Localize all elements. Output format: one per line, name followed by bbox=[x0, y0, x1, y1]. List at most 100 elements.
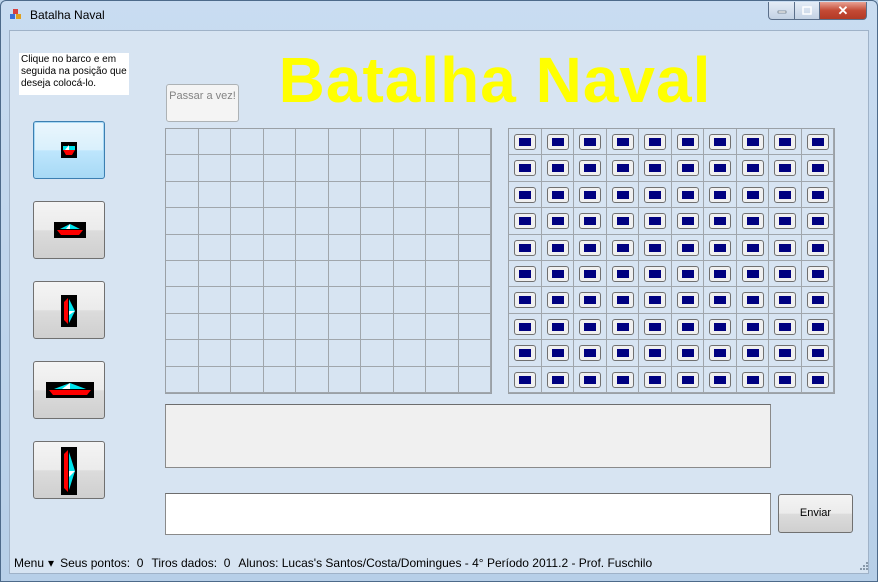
enemy-cell-button[interactable] bbox=[774, 213, 796, 230]
own-board-cell[interactable] bbox=[426, 313, 459, 341]
enemy-cell-button[interactable] bbox=[514, 213, 536, 230]
own-board-cell[interactable] bbox=[231, 234, 264, 261]
enemy-cell-button[interactable] bbox=[514, 371, 536, 388]
own-board-cell[interactable] bbox=[263, 260, 296, 288]
enemy-cell-button[interactable] bbox=[514, 239, 536, 256]
ship-size-2-vertical-button[interactable] bbox=[33, 281, 105, 339]
own-board-cell[interactable] bbox=[361, 129, 394, 156]
own-board-cell[interactable] bbox=[296, 260, 329, 288]
own-board-cell[interactable] bbox=[393, 287, 426, 314]
own-board-cell[interactable] bbox=[166, 129, 199, 156]
enemy-cell-button[interactable] bbox=[741, 292, 764, 309]
own-board-cell[interactable] bbox=[263, 208, 296, 235]
own-board-cell[interactable] bbox=[426, 181, 459, 209]
enemy-cell-button[interactable] bbox=[546, 265, 569, 282]
enemy-cell-button[interactable] bbox=[709, 239, 731, 256]
enemy-cell-button[interactable] bbox=[676, 239, 699, 256]
ship-size-1-button[interactable] bbox=[33, 121, 105, 179]
enemy-cell-button[interactable] bbox=[644, 186, 666, 203]
own-board-cell[interactable] bbox=[296, 155, 329, 182]
own-board-cell[interactable] bbox=[231, 129, 264, 156]
own-board-cell[interactable] bbox=[166, 208, 199, 235]
enemy-cell-button[interactable] bbox=[579, 345, 601, 362]
own-board-cell[interactable] bbox=[393, 129, 426, 156]
own-board-cell[interactable] bbox=[426, 366, 459, 393]
own-board-cell[interactable] bbox=[296, 208, 329, 235]
enemy-cell-button[interactable] bbox=[774, 265, 796, 282]
own-board-cell[interactable] bbox=[426, 287, 459, 314]
own-board-cell[interactable] bbox=[198, 366, 231, 393]
enemy-cell-button[interactable] bbox=[611, 318, 634, 335]
own-board-cell[interactable] bbox=[426, 260, 459, 288]
close-button[interactable]: ✕ bbox=[819, 2, 867, 20]
pass-turn-button[interactable]: Passar a vez! bbox=[166, 84, 239, 122]
enemy-cell-button[interactable] bbox=[611, 292, 634, 309]
minimize-button[interactable] bbox=[768, 2, 795, 20]
own-board-cell[interactable] bbox=[458, 208, 491, 235]
own-board-cell[interactable] bbox=[361, 340, 394, 367]
enemy-cell-button[interactable] bbox=[514, 265, 536, 282]
own-board-cell[interactable] bbox=[263, 340, 296, 367]
own-board-cell[interactable] bbox=[166, 313, 199, 341]
enemy-cell-button[interactable] bbox=[741, 160, 764, 177]
own-board-cell[interactable] bbox=[328, 366, 361, 393]
enemy-cell-button[interactable] bbox=[611, 345, 634, 362]
maximize-button[interactable] bbox=[794, 2, 820, 20]
enemy-cell-button[interactable] bbox=[774, 134, 796, 150]
own-board-cell[interactable] bbox=[426, 340, 459, 367]
enemy-cell-button[interactable] bbox=[546, 134, 569, 150]
enemy-cell-button[interactable] bbox=[806, 213, 829, 230]
enemy-cell-button[interactable] bbox=[546, 213, 569, 230]
own-board-cell[interactable] bbox=[328, 208, 361, 235]
own-board-cell[interactable] bbox=[263, 155, 296, 182]
enemy-cell-button[interactable] bbox=[546, 186, 569, 203]
enemy-cell-button[interactable] bbox=[644, 345, 666, 362]
own-board-cell[interactable] bbox=[263, 181, 296, 209]
enemy-cell-button[interactable] bbox=[579, 292, 601, 309]
own-board-grid[interactable] bbox=[165, 128, 492, 394]
enemy-cell-button[interactable] bbox=[709, 318, 731, 335]
enemy-cell-button[interactable] bbox=[644, 239, 666, 256]
enemy-cell-button[interactable] bbox=[806, 318, 829, 335]
enemy-cell-button[interactable] bbox=[514, 160, 536, 177]
enemy-cell-button[interactable] bbox=[579, 134, 601, 150]
enemy-cell-button[interactable] bbox=[644, 371, 666, 388]
own-board-cell[interactable] bbox=[328, 129, 361, 156]
enemy-cell-button[interactable] bbox=[709, 371, 731, 388]
own-board-cell[interactable] bbox=[263, 234, 296, 261]
own-board-cell[interactable] bbox=[198, 208, 231, 235]
enemy-cell-button[interactable] bbox=[514, 186, 536, 203]
enemy-cell-button[interactable] bbox=[806, 292, 829, 309]
own-board-cell[interactable] bbox=[458, 366, 491, 393]
enemy-cell-button[interactable] bbox=[611, 239, 634, 256]
own-board-cell[interactable] bbox=[393, 366, 426, 393]
own-board-cell[interactable] bbox=[458, 129, 491, 156]
enemy-cell-button[interactable] bbox=[741, 134, 764, 150]
own-board-cell[interactable] bbox=[393, 340, 426, 367]
enemy-cell-button[interactable] bbox=[774, 292, 796, 309]
enemy-cell-button[interactable] bbox=[806, 345, 829, 362]
enemy-cell-button[interactable] bbox=[546, 239, 569, 256]
own-board-cell[interactable] bbox=[393, 260, 426, 288]
own-board-cell[interactable] bbox=[393, 313, 426, 341]
enemy-cell-button[interactable] bbox=[676, 318, 699, 335]
enemy-cell-button[interactable] bbox=[611, 265, 634, 282]
own-board-cell[interactable] bbox=[263, 313, 296, 341]
enemy-cell-button[interactable] bbox=[546, 292, 569, 309]
own-board-cell[interactable] bbox=[166, 260, 199, 288]
own-board-cell[interactable] bbox=[361, 287, 394, 314]
enemy-cell-button[interactable] bbox=[644, 213, 666, 230]
own-board-cell[interactable] bbox=[458, 287, 491, 314]
enemy-cell-button[interactable] bbox=[676, 371, 699, 388]
enemy-cell-button[interactable] bbox=[644, 134, 666, 150]
enemy-cell-button[interactable] bbox=[579, 239, 601, 256]
enemy-cell-button[interactable] bbox=[741, 371, 764, 388]
enemy-cell-button[interactable] bbox=[579, 160, 601, 177]
enemy-cell-button[interactable] bbox=[546, 345, 569, 362]
own-board-cell[interactable] bbox=[426, 155, 459, 182]
enemy-cell-button[interactable] bbox=[806, 265, 829, 282]
enemy-cell-button[interactable] bbox=[579, 371, 601, 388]
own-board-cell[interactable] bbox=[166, 155, 199, 182]
own-board-cell[interactable] bbox=[458, 155, 491, 182]
own-board-cell[interactable] bbox=[263, 366, 296, 393]
